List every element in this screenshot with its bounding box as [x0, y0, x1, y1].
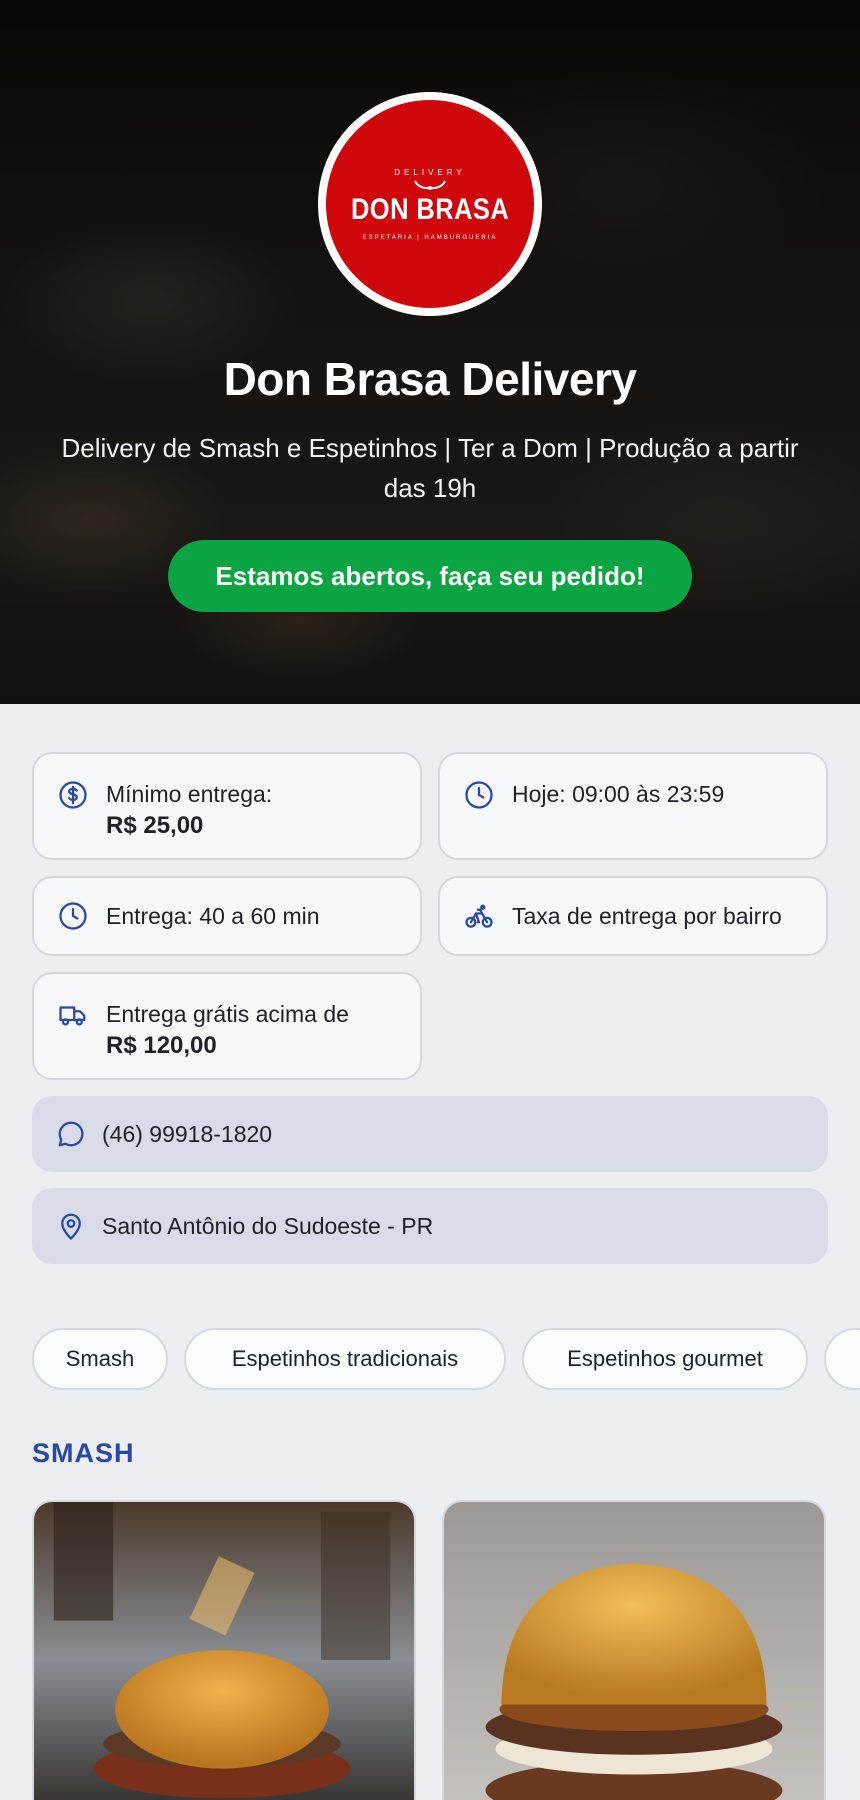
min-order-value: R$ 25,00 [106, 812, 204, 839]
logo-top-text: DELIVERY [394, 167, 466, 177]
phone-number: (46) 99918-1820 [102, 1120, 273, 1147]
logo-name: DON BRASA [350, 192, 510, 226]
free-delivery-label: Entrega grátis acima de [106, 1001, 349, 1027]
hours-card: Hoje: 09:00 às 23:59 [438, 752, 828, 860]
section-title-smash: SMASH [32, 1438, 135, 1468]
free-delivery-card: Entrega grátis acima de R$ 120,00 [32, 972, 422, 1080]
category-tab-espetinhos-gourmet[interactable]: Espetinhos gourmet [522, 1328, 808, 1390]
clock-icon [465, 781, 493, 809]
min-order-label: Mínimo entrega: [106, 781, 273, 807]
map-pin-icon [61, 1213, 81, 1240]
clock-icon [59, 902, 87, 930]
min-order-card: Mínimo entrega: R$ 25,00 [32, 752, 422, 860]
delivery-fee-text: Taxa de entrega por bairro [512, 903, 782, 929]
delivery-time-card: Entrega: 40 a 60 min [32, 876, 422, 956]
store-page: DELIVERY DON BRASA ESPETARIA | HAMBURGUE… [0, 0, 860, 1800]
burger-photo [34, 1502, 414, 1800]
delivery-fee-card: Taxa de entrega por bairro [438, 876, 828, 956]
store-open-status-button[interactable]: Estamos abertos, faça seu pedido! [168, 540, 692, 612]
burger-photo [444, 1502, 824, 1800]
bicycle-icon [465, 904, 493, 928]
store-title: Don Brasa Delivery [223, 353, 637, 405]
store-description: Delivery de Smash e Espetinhos | Ter a D… [61, 433, 799, 503]
bull-horns-icon [414, 180, 446, 190]
hours-text: Hoje: 09:00 às 23:59 [512, 781, 725, 807]
store-logo: DELIVERY DON BRASA ESPETARIA | HAMBURGUE… [318, 92, 542, 316]
dollar-circle-icon [59, 781, 87, 809]
phone-row[interactable]: (46) 99918-1820 [32, 1096, 828, 1172]
delivery-time-text: Entrega: 40 a 60 min [106, 903, 320, 929]
truck-icon [59, 1006, 86, 1026]
chat-bubble-icon [58, 1121, 84, 1147]
category-tab-smash[interactable]: Smash [32, 1328, 168, 1390]
hero-banner: DELIVERY DON BRASA ESPETARIA | HAMBURGUE… [0, 0, 860, 704]
location-text: Santo Antônio do Sudoeste - PR [102, 1212, 434, 1239]
category-tabs: Smash Espetinhos tradicionais Espetinhos… [32, 1328, 860, 1390]
logo-sub-text: ESPETARIA | HAMBURGUERIA [362, 234, 498, 241]
product-card-image[interactable] [442, 1500, 826, 1800]
product-card-image[interactable] [32, 1500, 416, 1800]
category-tab-more[interactable] [824, 1328, 860, 1390]
category-tab-espetinhos-tradicionais[interactable]: Espetinhos tradicionais [184, 1328, 506, 1390]
location-row[interactable]: Santo Antônio do Sudoeste - PR [32, 1188, 828, 1264]
logo-disc: DELIVERY DON BRASA ESPETARIA | HAMBURGUE… [326, 100, 534, 308]
free-delivery-value: R$ 120,00 [106, 1032, 217, 1059]
